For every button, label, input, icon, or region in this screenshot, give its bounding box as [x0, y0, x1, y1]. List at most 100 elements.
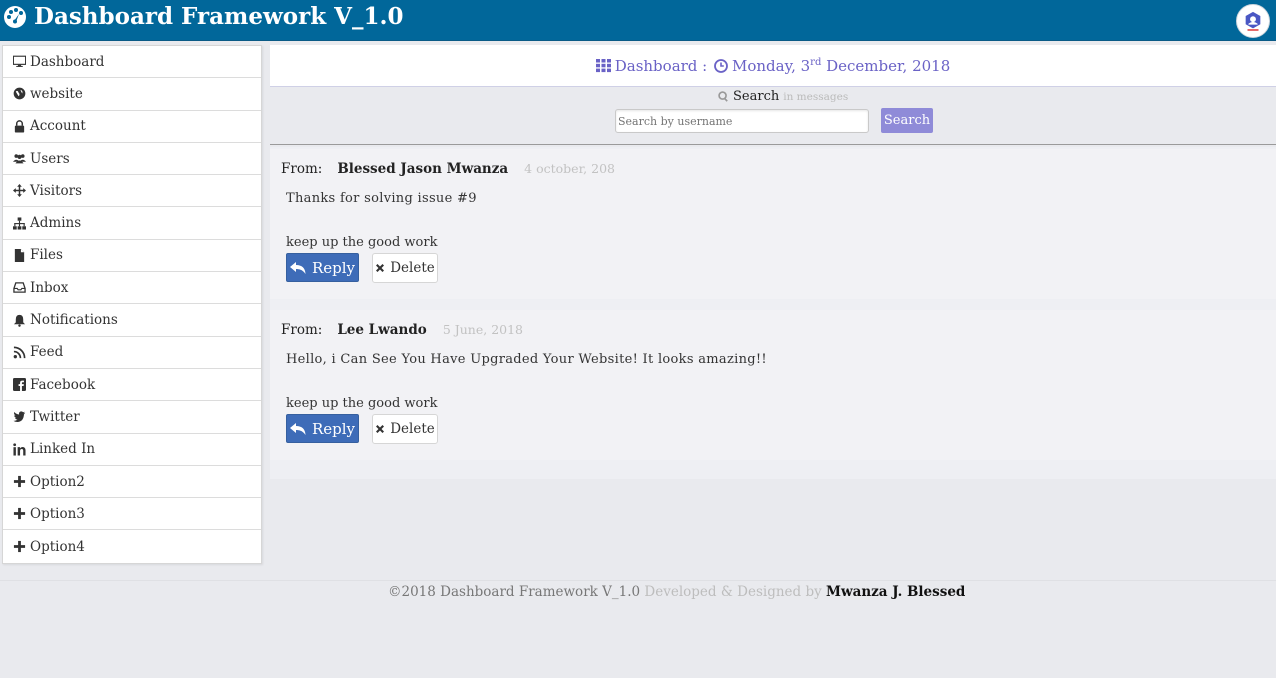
message-signoff: keep up the good work	[286, 235, 438, 250]
facebook-icon	[13, 378, 26, 392]
sidebar-item-label: Option4	[30, 538, 85, 555]
sidebar-item-dashboard[interactable]: Dashboard	[3, 46, 261, 79]
message-header: From: Blessed Jason Mwanza 4 october, 20…	[281, 161, 615, 177]
message-item: From: Lee Lwando 5 June, 2018 Hello, i C…	[270, 310, 1276, 460]
delete-button[interactable]: Delete	[372, 253, 438, 283]
app-brand[interactable]: Dashboard Framework V_1.0	[2, 1, 404, 31]
date-ordinal: rd	[810, 57, 822, 68]
search-panel: Search in messages Search	[270, 88, 1276, 145]
globe-icon	[13, 88, 26, 100]
date-day: Monday, 3	[732, 56, 811, 75]
footer-credit: ©2018 Dashboard Framework V_1.0 Develope…	[388, 584, 965, 600]
reply-label: Reply	[311, 258, 356, 277]
message-signoff: keep up the good work	[286, 396, 438, 411]
search-label: Search in messages	[718, 89, 848, 104]
footer: ©2018 Dashboard Framework V_1.0 Develope…	[0, 580, 1276, 678]
reply-icon	[289, 422, 306, 435]
grid-icon	[595, 59, 611, 73]
delete-button[interactable]: Delete	[372, 414, 438, 444]
sidebar-item-facebook[interactable]: Facebook	[3, 369, 261, 402]
file-icon	[14, 248, 25, 262]
sidebar-item-option4[interactable]: Option4	[3, 530, 261, 562]
user-avatar-icon	[1245, 11, 1261, 31]
message-text: Thanks for solving issue #9	[286, 191, 477, 206]
message-date: 4 october, 208	[524, 161, 615, 176]
sidebar-item-label: Visitors	[30, 182, 83, 199]
inbox-icon	[13, 282, 26, 294]
sidebar-item-label: Admins	[30, 215, 82, 232]
users-icon	[13, 154, 26, 164]
lock-icon	[14, 119, 25, 133]
plus-icon	[13, 508, 26, 520]
reply-icon	[289, 261, 306, 274]
from-label: From:	[281, 161, 323, 177]
sidebar-item-label: Files	[30, 247, 63, 264]
sidebar-item-twitter[interactable]: Twitter	[3, 401, 261, 434]
close-icon	[376, 425, 385, 433]
page-title: Dashboard :	[614, 56, 712, 75]
clock-icon	[714, 58, 728, 73]
plus-icon	[13, 475, 26, 488]
footer-copyright: ©2018 Dashboard Framework V_1.0	[388, 584, 641, 600]
bell-icon	[13, 314, 26, 327]
sidebar-item-label: Option3	[30, 505, 85, 522]
sidebar-item-label: Twitter	[30, 408, 80, 425]
top-bar: Dashboard Framework V_1.0	[0, 0, 1276, 41]
twitter-icon	[13, 411, 26, 423]
search-input[interactable]	[615, 109, 869, 133]
message-header: From: Lee Lwando 5 June, 2018	[281, 322, 523, 338]
message-date: 5 June, 2018	[442, 322, 524, 337]
search-button[interactable]: Search	[881, 108, 933, 133]
sidebar-item-label: Option2	[30, 473, 85, 490]
reply-button[interactable]: Reply	[286, 414, 359, 443]
gauge-icon	[4, 6, 26, 28]
sidebar-item-label: Inbox	[30, 279, 69, 296]
reply-label: Reply	[311, 419, 356, 438]
reply-button[interactable]: Reply	[286, 253, 359, 282]
sidebar-item-label: Notifications	[30, 312, 118, 329]
sidebar-item-label: Users	[30, 150, 70, 167]
sidebar-item-label: Facebook	[30, 376, 96, 393]
sidebar-item-label: Linked In	[30, 441, 96, 458]
sidebar-item-feed[interactable]: Feed	[3, 337, 261, 369]
close-icon	[376, 264, 385, 272]
rss-icon	[13, 346, 26, 359]
sidebar-item-linked-in[interactable]: Linked In	[3, 434, 261, 466]
sidebar-item-option2[interactable]: Option2	[3, 466, 261, 499]
sidebar-item-inbox[interactable]: Inbox	[3, 272, 261, 305]
sidebar-item-label: website	[30, 85, 83, 102]
linkedin-icon	[13, 443, 26, 456]
page-heading: Dashboard : Monday, 3rd December, 2018	[270, 45, 1276, 87]
sidebar-item-account[interactable]: Account	[3, 111, 261, 143]
user-avatar[interactable]	[1236, 4, 1270, 38]
sidebar-item-users[interactable]: Users	[3, 143, 261, 176]
sender-name[interactable]: Lee Lwando	[337, 322, 427, 338]
date-rest: December, 2018	[821, 56, 951, 75]
message-list: From: Blessed Jason Mwanza 4 october, 20…	[270, 147, 1276, 479]
search-icon	[718, 91, 728, 102]
sidebar-item-label: Dashboard	[30, 53, 105, 70]
sidebar-item-website[interactable]: website	[3, 78, 261, 111]
sidebar-item-visitors[interactable]: Visitors	[3, 175, 261, 208]
sidebar-item-label: Feed	[30, 344, 64, 361]
sender-name[interactable]: Blessed Jason Mwanza	[337, 161, 508, 177]
search-label-text: Search	[733, 89, 780, 104]
from-label: From:	[281, 322, 323, 338]
delete-label: Delete	[390, 260, 435, 276]
app-title: Dashboard Framework V_1.0	[34, 2, 404, 30]
delete-label: Delete	[390, 421, 435, 437]
search-hint: in messages	[783, 90, 849, 103]
sidebar-item-admins[interactable]: Admins	[3, 207, 261, 240]
footer-author[interactable]: Mwanza J. Blessed	[826, 584, 965, 600]
footer-credit-text: Developed & Designed by	[640, 584, 827, 600]
monitor-icon	[13, 55, 26, 68]
arrows-icon	[13, 184, 26, 198]
message-item: From: Blessed Jason Mwanza 4 october, 20…	[270, 149, 1276, 299]
sidebar-item-notifications[interactable]: Notifications	[3, 304, 261, 337]
sidebar: Dashboard website Account Users Visitors…	[2, 45, 262, 564]
plus-icon	[13, 541, 26, 553]
sidebar-item-label: Account	[30, 118, 86, 135]
sidebar-item-option3[interactable]: Option3	[3, 498, 261, 531]
sitemap-icon	[13, 217, 26, 230]
sidebar-item-files[interactable]: Files	[3, 240, 261, 273]
